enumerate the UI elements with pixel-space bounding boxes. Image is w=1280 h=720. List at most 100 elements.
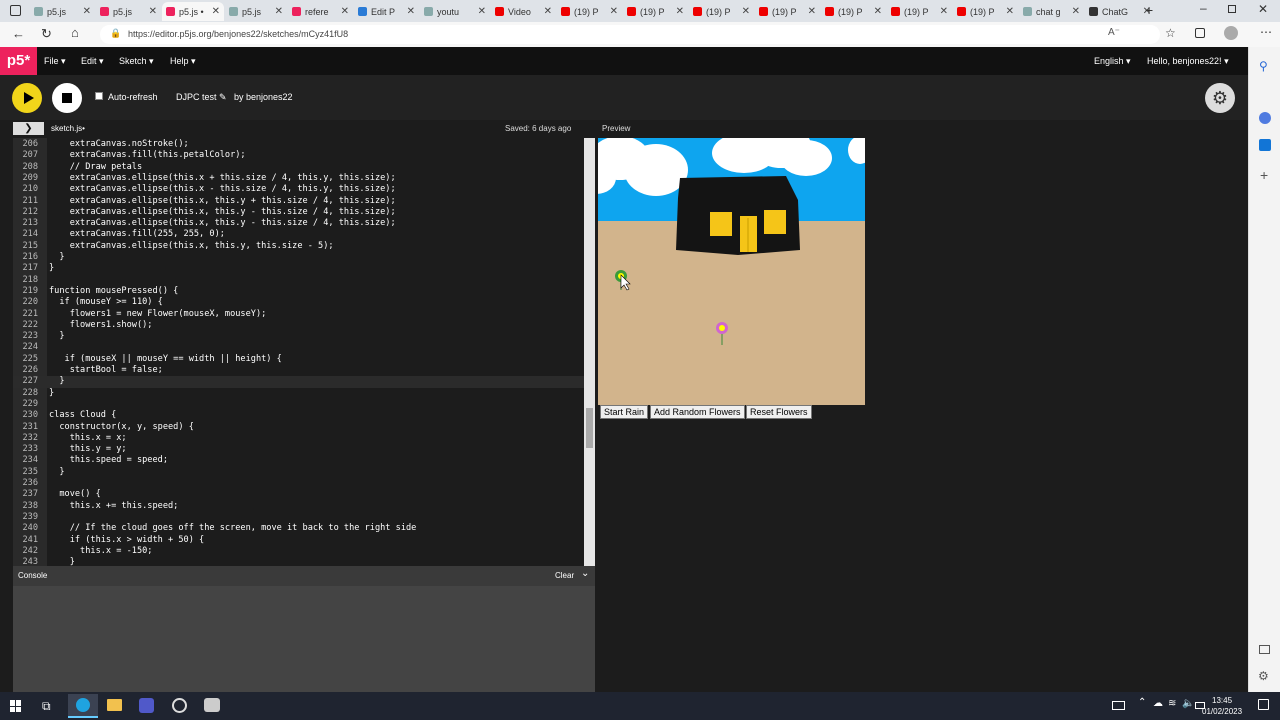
browser-tab[interactable]: youtu ✕: [420, 2, 490, 21]
code-line[interactable]: 243 }: [13, 557, 595, 566]
editor-scrollbar[interactable]: [584, 138, 595, 566]
code-line[interactable]: 212 extraCanvas.ellipse(this.x, this.y -…: [13, 207, 595, 218]
browser-tab[interactable]: (19) P ✕: [887, 2, 952, 21]
add-sidebar-icon[interactable]: +: [1260, 167, 1268, 183]
code-line[interactable]: 234 this.speed = speed;: [13, 455, 595, 466]
code-line[interactable]: 228}: [13, 388, 595, 399]
code-line[interactable]: 235 }: [13, 467, 595, 478]
close-tab-icon[interactable]: ✕: [341, 6, 349, 17]
code-line[interactable]: 221 flowers1 = new Flower(mouseX, mouseY…: [13, 309, 595, 320]
code-line[interactable]: 208 // Draw petals: [13, 162, 595, 173]
wifi-icon[interactable]: ≋: [1168, 698, 1176, 709]
menu-file[interactable]: File ▾: [44, 56, 66, 67]
read-aloud-icon[interactable]: A⁻: [1108, 27, 1120, 38]
edge-taskbar-icon[interactable]: [68, 694, 98, 718]
teams-icon[interactable]: [139, 698, 154, 713]
start-rain-button[interactable]: Start Rain: [600, 405, 649, 419]
home-icon[interactable]: ⌂: [71, 25, 79, 40]
code-line[interactable]: 239: [13, 512, 595, 523]
more-menu-icon[interactable]: ⋯: [1260, 25, 1272, 39]
code-line[interactable]: 230 class Cloud {: [13, 410, 595, 421]
code-line[interactable]: 219 function mousePressed() {: [13, 286, 595, 297]
browser-tab[interactable]: p5.js • ✕: [162, 2, 224, 21]
code-line[interactable]: 240 // If the cloud goes off the screen,…: [13, 523, 595, 534]
console-collapse-chevron-icon[interactable]: ⌄: [581, 568, 589, 579]
copilot-icon[interactable]: [1259, 112, 1271, 124]
reload-icon[interactable]: ↻: [41, 26, 52, 42]
browser-tab[interactable]: (19) P ✕: [623, 2, 688, 21]
console-clear-button[interactable]: Clear: [555, 571, 574, 580]
profile-avatar[interactable]: [1224, 26, 1238, 40]
browser-tab[interactable]: p5.js ✕: [225, 2, 287, 21]
browser-tab[interactable]: (19) P ✕: [755, 2, 820, 21]
code-line[interactable]: 220 if (mouseY >= 110) {: [13, 297, 595, 308]
browser-tab[interactable]: p5.js ✕: [30, 2, 95, 21]
browser-tab[interactable]: Edit P ✕: [354, 2, 419, 21]
sidebar-settings-icon[interactable]: ⚙: [1258, 669, 1269, 683]
code-line[interactable]: 207 extraCanvas.fill(this.petalColor);: [13, 150, 595, 161]
close-tab-icon[interactable]: ✕: [1072, 6, 1080, 17]
code-line[interactable]: 213 extraCanvas.ellipse(this.x, this.y -…: [13, 218, 595, 229]
close-tab-icon[interactable]: ✕: [874, 6, 882, 17]
maximize-button[interactable]: [1228, 5, 1236, 13]
app-icon-2[interactable]: [204, 698, 220, 712]
close-tab-icon[interactable]: ✕: [1006, 6, 1014, 17]
close-tab-icon[interactable]: ✕: [610, 6, 618, 17]
browser-tab[interactable]: (19) P ✕: [689, 2, 754, 21]
code-line[interactable]: 227 }: [13, 376, 595, 388]
close-tab-icon[interactable]: ✕: [275, 6, 283, 17]
close-window-button[interactable]: ✕: [1258, 2, 1268, 16]
menu-help[interactable]: Help ▾: [170, 56, 196, 67]
code-line[interactable]: 224: [13, 342, 595, 353]
preview-canvas[interactable]: [598, 138, 865, 405]
code-line[interactable]: 225 if (mouseX || mouseY == width || hei…: [13, 354, 595, 365]
browser-tab[interactable]: (19) P ✕: [953, 2, 1018, 21]
browser-tab[interactable]: (19) P ✕: [821, 2, 886, 21]
code-line[interactable]: 242 this.x = -150;: [13, 546, 595, 557]
search-icon[interactable]: ⚲: [1259, 59, 1268, 73]
tab-actions-icon[interactable]: [10, 5, 21, 16]
code-line[interactable]: 231 constructor(x, y, speed) {: [13, 422, 595, 433]
settings-gear-icon[interactable]: ⚙: [1205, 83, 1235, 113]
outlook-icon[interactable]: [1259, 139, 1271, 151]
code-line[interactable]: 206 extraCanvas.noStroke();: [13, 139, 595, 150]
code-line[interactable]: 223 }: [13, 331, 595, 342]
file-explorer-icon[interactable]: [107, 699, 122, 711]
code-line[interactable]: 226 startBool = false;: [13, 365, 595, 376]
code-line[interactable]: 233 this.y = y;: [13, 444, 595, 455]
close-tab-icon[interactable]: ✕: [808, 6, 816, 17]
app-icon[interactable]: [172, 698, 187, 713]
close-tab-icon[interactable]: ✕: [544, 6, 552, 17]
code-line[interactable]: 229: [13, 399, 595, 410]
clock-date[interactable]: 01/02/2023: [1202, 707, 1242, 716]
close-tab-icon[interactable]: ✕: [742, 6, 750, 17]
p5-logo[interactable]: p5*: [0, 47, 37, 75]
code-editor[interactable]: 206 extraCanvas.noStroke(); 207 extraCanv…: [13, 138, 595, 566]
code-line[interactable]: 241 if (this.x > width + 50) {: [13, 535, 595, 546]
browser-tab[interactable]: chat g ✕: [1019, 2, 1084, 21]
edit-pencil-icon[interactable]: ✎: [219, 92, 227, 102]
network-icon[interactable]: ☁: [1153, 698, 1163, 709]
user-menu[interactable]: Hello, benjones22! ▾: [1147, 56, 1229, 67]
close-tab-icon[interactable]: ✕: [149, 6, 157, 17]
auto-refresh-checkbox[interactable]: [95, 92, 103, 100]
sidebar-toggle-chevron-icon[interactable]: ❯: [13, 122, 44, 135]
play-button[interactable]: [12, 83, 42, 113]
new-tab-button[interactable]: +: [1145, 2, 1153, 18]
close-tab-icon[interactable]: ✕: [212, 6, 220, 17]
collections-icon[interactable]: [1195, 28, 1205, 38]
clock-time[interactable]: 13:45: [1212, 696, 1232, 705]
close-tab-icon[interactable]: ✕: [407, 6, 415, 17]
reset-flowers-button[interactable]: Reset Flowers: [746, 405, 812, 419]
browser-tab[interactable]: p5.js ✕: [96, 2, 161, 21]
code-line[interactable]: 222 flowers1.show();: [13, 320, 595, 331]
address-bar[interactable]: 🔒 https://editor.p5js.org/benjones22/ske…: [100, 25, 1160, 44]
code-line[interactable]: 209 extraCanvas.ellipse(this.x + this.si…: [13, 173, 595, 184]
sketch-name[interactable]: DJPC test ✎: [176, 92, 227, 103]
browser-tab[interactable]: (19) P ✕: [557, 2, 622, 21]
close-tab-icon[interactable]: ✕: [676, 6, 684, 17]
start-windows-icon[interactable]: [10, 700, 22, 712]
code-line[interactable]: 237 move() {: [13, 489, 595, 500]
close-tab-icon[interactable]: ✕: [940, 6, 948, 17]
tray-chevron-icon[interactable]: ⌃: [1138, 697, 1146, 708]
